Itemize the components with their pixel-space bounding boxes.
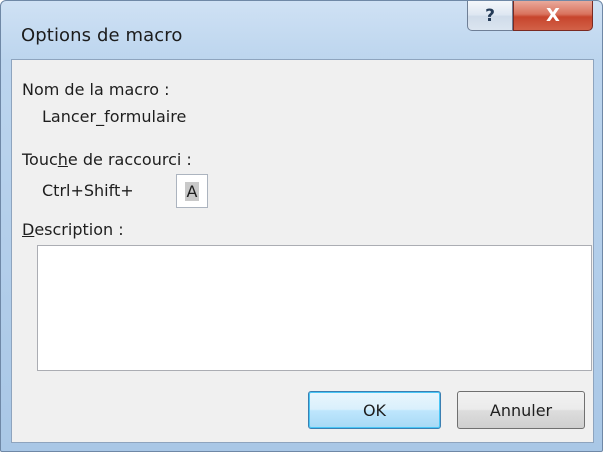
shortcut-prefix: Ctrl+Shift+: [42, 181, 134, 200]
dialog-body: Nom de la macro : Lancer_formulaire Touc…: [11, 59, 594, 443]
description-label-rest: escription :: [34, 220, 124, 239]
help-button[interactable]: ?: [467, 1, 513, 31]
description-label-mnemonic: D: [22, 220, 35, 239]
shortcut-label-mnemonic: h: [57, 150, 68, 169]
cancel-button[interactable]: Annuler: [457, 391, 585, 429]
shortcut-label-start: Touc: [22, 150, 58, 169]
ok-button-label: OK: [362, 400, 387, 420]
dialog-title: Options de macro: [21, 25, 183, 46]
shortcut-label-end: e de raccourci :: [67, 150, 192, 169]
shortcut-label: Touche de raccourci :: [22, 150, 192, 169]
macro-name-label: Nom de la macro :: [22, 80, 170, 99]
ok-button[interactable]: OK: [308, 391, 441, 429]
description-label: Description :: [22, 220, 124, 239]
description-textarea[interactable]: [37, 245, 592, 371]
help-icon: ?: [485, 5, 495, 26]
close-button[interactable]: X: [513, 1, 593, 31]
shortcut-key-input[interactable]: A: [176, 174, 208, 208]
cancel-button-label: Annuler: [489, 400, 553, 420]
shortcut-key-value: A: [184, 181, 200, 201]
close-icon: X: [546, 5, 560, 26]
macro-options-dialog: Options de macro ? X Nom de la macro : L…: [0, 0, 603, 452]
macro-name-value: Lancer_formulaire: [42, 107, 187, 126]
